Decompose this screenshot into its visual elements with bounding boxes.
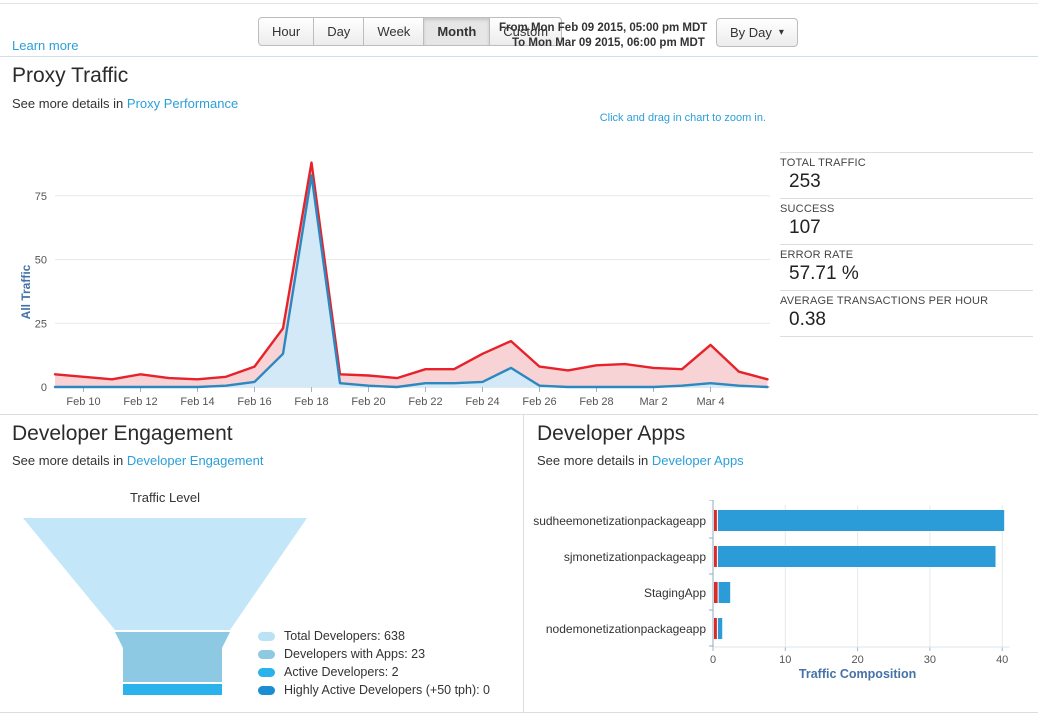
top-border	[0, 3, 1038, 4]
svg-text:Feb 16: Feb 16	[237, 396, 271, 408]
svg-text:Feb 12: Feb 12	[123, 396, 157, 408]
proxy-traffic-subtitle-text: See more details in	[12, 96, 124, 111]
svg-text:Feb 28: Feb 28	[579, 396, 613, 408]
stat-success: SUCCESS 107	[780, 198, 1033, 244]
svg-text:sjmonetizationpackageapp: sjmonetizationpackageapp	[564, 550, 706, 564]
header-divider	[0, 56, 1038, 57]
svg-text:StagingApp: StagingApp	[644, 586, 706, 600]
legend-swatch	[258, 649, 275, 659]
chevron-down-icon: ▾	[778, 26, 784, 38]
svg-text:50: 50	[35, 255, 47, 267]
stat-total-traffic: TOTAL TRAFFIC 253	[780, 152, 1033, 198]
legend-item-active-developers: Active Developers: 2	[258, 663, 490, 681]
group-by-label: By Day	[730, 25, 772, 40]
range-button-hour[interactable]: Hour	[258, 17, 315, 46]
svg-text:75: 75	[35, 191, 47, 203]
developer-apps-bar-chart: 0 10 20 30 40 sudheemonetizationpackageapp sjm…	[533, 500, 1010, 681]
svg-text:0: 0	[41, 382, 47, 394]
svg-text:nodemonetizationpackageapp: nodemonetizationpackageapp	[546, 622, 706, 636]
legend-label: Total Developers: 638	[284, 629, 405, 643]
svg-text:Traffic Composition: Traffic Composition	[799, 667, 916, 681]
developer-apps-title: Developer Apps	[537, 422, 686, 445]
proxy-traffic-subtitle: See more details in Proxy Performance	[12, 96, 238, 111]
legend-item-highly-active-developers: Highly Active Developers (+50 tph): 0	[258, 681, 490, 699]
svg-text:Feb 20: Feb 20	[351, 396, 385, 408]
svg-text:Feb 26: Feb 26	[522, 396, 556, 408]
stat-value: 253	[789, 171, 821, 192]
legend-swatch	[258, 667, 275, 677]
proxy-traffic-title: Proxy Traffic	[12, 64, 129, 87]
developer-engagement-subtitle-text: See more details in	[12, 453, 124, 468]
legend-label: Developers with Apps: 23	[284, 647, 426, 661]
stat-avg-tph: AVERAGE TRANSACTIONS PER HOUR 0.38	[780, 290, 1033, 337]
legend-swatch	[258, 631, 275, 641]
date-range-from: From Mon Feb 09 2015, 05:00 pm MDT	[499, 22, 708, 34]
stat-value: 57.71 %	[789, 263, 859, 284]
developer-apps-link[interactable]: Developer Apps	[652, 453, 744, 468]
date-range-text: From Mon Feb 09 2015, 05:00 pm MDT To Mo…	[499, 21, 707, 51]
proxy-traffic-chart[interactable]: 0 25 50 75 All Traffic Feb 10 Feb 12 Feb 14 Feb …	[0, 140, 780, 408]
range-button-day[interactable]: Day	[313, 17, 365, 46]
svg-text:25: 25	[35, 318, 47, 330]
legend-label: Highly Active Developers (+50 tph): 0	[284, 683, 491, 697]
svg-text:Feb 22: Feb 22	[408, 396, 442, 408]
developer-apps-subtitle-text: See more details in	[537, 453, 649, 468]
svg-text:40: 40	[996, 654, 1008, 666]
stat-label: TOTAL TRAFFIC	[780, 157, 866, 169]
stat-label: ERROR RATE	[780, 249, 854, 261]
developer-apps-subtitle: See more details in Developer Apps	[537, 453, 744, 468]
svg-text:Mar 4: Mar 4	[696, 396, 724, 408]
stat-value: 107	[789, 217, 821, 238]
section-divider	[0, 414, 1038, 415]
developer-engagement-link[interactable]: Developer Engagement	[127, 453, 264, 468]
stat-value: 0.38	[789, 309, 826, 330]
svg-text:10: 10	[779, 654, 791, 666]
bottom-border	[0, 712, 1038, 713]
legend-swatch	[258, 685, 275, 695]
stat-error-rate: ERROR RATE 57.71 %	[780, 244, 1033, 290]
svg-text:Mar 2: Mar 2	[639, 396, 667, 408]
proxy-performance-link[interactable]: Proxy Performance	[127, 96, 238, 111]
stat-label: SUCCESS	[780, 203, 835, 215]
svg-text:sudheemonetizationpackageapp: sudheemonetizationpackageapp	[533, 514, 706, 528]
svg-text:Feb 14: Feb 14	[180, 396, 214, 408]
legend-label: Active Developers: 2	[284, 665, 399, 679]
legend-item-total-developers: Total Developers: 638	[258, 627, 490, 645]
svg-text:30: 30	[924, 654, 936, 666]
svg-text:20: 20	[851, 654, 863, 666]
range-button-week[interactable]: Week	[363, 17, 425, 46]
dashboard-page: Learn more Hour Day Week Month Custom Fr…	[0, 0, 1038, 717]
group-by-dropdown[interactable]: By Day ▾	[716, 18, 798, 47]
svg-text:0: 0	[710, 654, 716, 666]
legend-item-developers-with-apps: Developers with Apps: 23	[258, 645, 490, 663]
proxy-traffic-stats: TOTAL TRAFFIC 253 SUCCESS 107 ERROR RATE…	[780, 152, 1033, 337]
learn-more-link[interactable]: Learn more	[12, 38, 78, 53]
svg-text:Feb 24: Feb 24	[465, 396, 499, 408]
svg-text:Feb 10: Feb 10	[66, 396, 100, 408]
chart-zoom-hint: Click and drag in chart to zoom in.	[599, 112, 766, 124]
column-divider	[523, 415, 524, 712]
funnel-legend: Total Developers: 638 Developers with Ap…	[258, 627, 490, 699]
date-range-to: To Mon Mar 09 2015, 06:00 pm MDT	[512, 37, 705, 49]
svg-text:All Traffic: All Traffic	[19, 264, 33, 319]
developer-engagement-title: Developer Engagement	[12, 422, 233, 445]
range-button-month[interactable]: Month	[423, 17, 491, 46]
funnel-chart-title: Traffic Level	[129, 490, 201, 505]
developer-engagement-subtitle: See more details in Developer Engagement	[12, 453, 264, 468]
svg-text:Feb 18: Feb 18	[294, 396, 328, 408]
stat-label: AVERAGE TRANSACTIONS PER HOUR	[780, 295, 989, 307]
